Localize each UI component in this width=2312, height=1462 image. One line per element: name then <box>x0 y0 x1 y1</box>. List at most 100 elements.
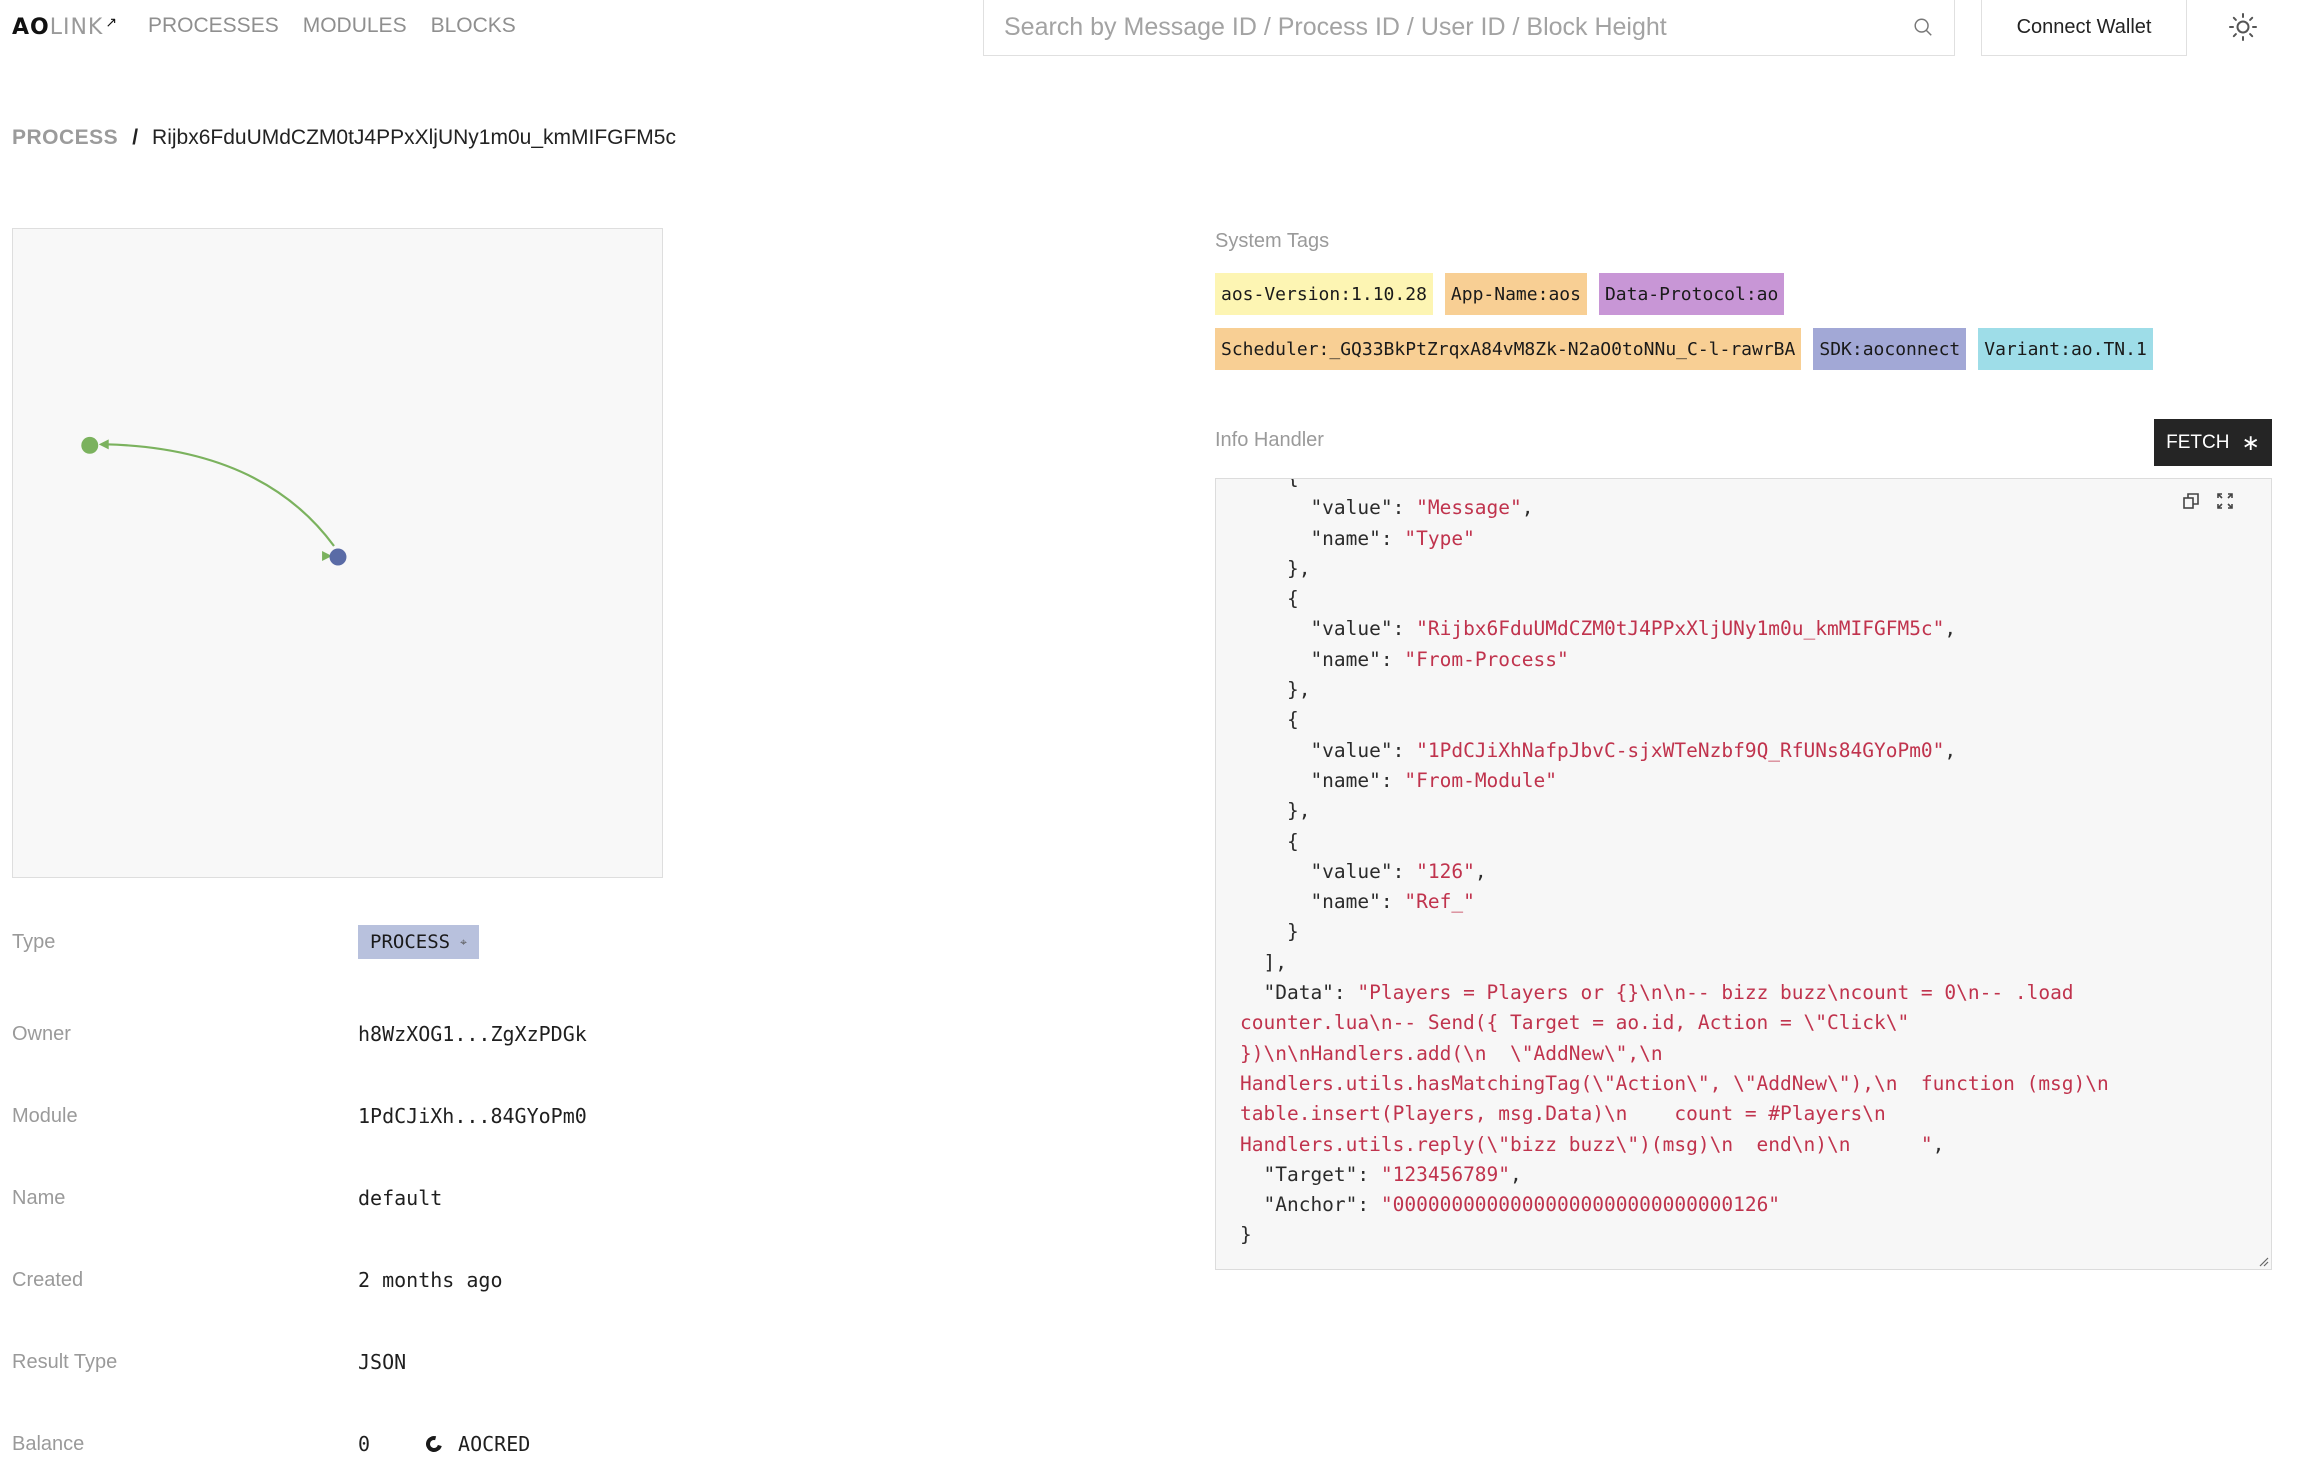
code-line: } <box>1240 920 1299 943</box>
detail-row-type: Type PROCESS ⌖ <box>12 922 652 962</box>
code-string: "Message" <box>1416 496 1522 520</box>
code-line: "Target": "123456789", <box>1240 1162 1521 1186</box>
logo[interactable]: AO LINK ↗ <box>12 12 118 42</box>
code-token: , <box>1932 1132 1945 1156</box>
code-line: "name": "Ref_" <box>1240 890 1475 914</box>
copy-icon[interactable] <box>2181 491 2201 511</box>
detail-label: Result Type <box>12 1350 118 1373</box>
graph-canvas[interactable] <box>13 229 662 877</box>
code-string: Handlers.utils.hasMatchingTag(\"Action\"… <box>1240 1071 2109 1095</box>
code-line: "Data": "Players = Players or {}\n\n-- b… <box>1240 981 2074 1005</box>
graph-edge <box>105 443 335 547</box>
code-line: { <box>1240 830 1299 853</box>
code-line: "name": "From-Module" <box>1240 769 1557 792</box>
search-bar <box>983 0 1955 56</box>
search-icon[interactable] <box>1912 16 1934 38</box>
process-graph[interactable] <box>12 228 663 878</box>
system-tag: aos-Version:1.10.28 <box>1215 273 1433 315</box>
code-string: "Type" <box>1404 526 1475 550</box>
logo-ao: AO <box>12 14 50 40</box>
code-string: counter.lua\n-- Send({ Target = ao.id, A… <box>1240 1011 1910 1035</box>
code-string: table.insert(Players, msg.Data)\n count … <box>1240 1102 1886 1126</box>
breadcrumb: PROCESS / Rijbx6FduUMdCZM0tJ4PPxXljUNy1m… <box>12 126 676 150</box>
balance-value: 0 AOCRED <box>358 1432 530 1456</box>
system-tag: SDK:aoconnect <box>1813 328 1967 370</box>
code-token: }, <box>1240 678 1311 702</box>
fetch-button[interactable]: FETCH ∗ <box>2154 419 2272 466</box>
code-token: "value": <box>1240 617 1417 641</box>
code-line: Handlers.utils.reply(\"bizz buzz\")(msg)… <box>1240 1133 1944 1156</box>
main-nav: PROCESSES MODULES BLOCKS <box>148 14 516 38</box>
code-line: ], <box>1240 951 1287 974</box>
code-line: } <box>1240 1223 1252 1246</box>
json-code: { "value": "Message", "name": "Type" }, … <box>1216 479 2271 1251</box>
code-line: { <box>1240 587 1299 610</box>
code-token: }, <box>1240 799 1311 823</box>
info-handler-code-viewer[interactable]: { "value": "Message", "name": "Type" }, … <box>1215 478 2272 1270</box>
resize-handle-icon[interactable] <box>2257 1255 2269 1267</box>
expand-icon[interactable] <box>2215 491 2235 511</box>
code-string: "Players = Players or {}\n\n-- bizz buzz… <box>1357 981 2074 1005</box>
code-token: }, <box>1240 556 1311 580</box>
asterisk-icon: ∗ <box>2241 429 2260 455</box>
code-string: "Ref_" <box>1404 890 1475 914</box>
detail-label: Type <box>12 930 56 953</box>
code-token: "name": <box>1240 526 1405 550</box>
code-line: "value": "Message", <box>1240 496 1533 520</box>
code-token: "Data": <box>1240 981 1358 1005</box>
result-type-value: JSON <box>358 1350 407 1374</box>
code-string: "From-Process" <box>1404 647 1569 671</box>
detail-label: Balance <box>12 1432 85 1455</box>
breadcrumb-root[interactable]: PROCESS <box>12 126 118 150</box>
code-token: "name": <box>1240 768 1405 792</box>
detail-label: Owner <box>12 1022 71 1045</box>
code-token: { <box>1240 479 1299 489</box>
code-string: "123456789" <box>1380 1162 1511 1186</box>
code-token: "value": <box>1240 496 1417 520</box>
code-token: } <box>1240 920 1299 944</box>
system-tag: Data-Protocol:ao <box>1598 273 1785 315</box>
nav-blocks[interactable]: BLOCKS <box>431 14 516 38</box>
owner-value[interactable]: h8WzXOG1...ZgXzPDGk <box>358 1022 587 1046</box>
code-line: "name": "Type" <box>1240 526 1475 550</box>
code-token: "Anchor": <box>1240 1193 1381 1217</box>
search-input[interactable] <box>1004 12 1912 42</box>
code-token: , <box>1944 738 1957 762</box>
aocred-token-icon <box>423 1433 445 1455</box>
detail-row-created: Created 2 months ago <box>12 1260 652 1300</box>
sun-icon[interactable] <box>2228 12 2258 42</box>
code-line: { <box>1240 708 1299 731</box>
code-token: ], <box>1240 950 1287 974</box>
graph-node-process[interactable] <box>329 548 347 566</box>
code-string: "00000000000000000000000000000126" <box>1380 1193 1781 1217</box>
detail-row-module: Module 1PdCJiXh...84GYoPm0 <box>12 1096 652 1136</box>
code-token: "value": <box>1240 738 1417 762</box>
connect-wallet-button[interactable]: Connect Wallet <box>1981 0 2187 56</box>
detail-label: Created <box>12 1268 84 1291</box>
code-line: "value": "126", <box>1240 859 1487 883</box>
code-line: "value": "1PdCJiXhNafpJbvC-sjxWTeNzbf9Q_… <box>1240 739 1956 762</box>
module-value[interactable]: 1PdCJiXh...84GYoPm0 <box>358 1104 587 1128</box>
code-string: Handlers.utils.reply(\"bizz buzz\")(msg)… <box>1240 1132 1933 1156</box>
code-string: "Rijbx6FduUMdCZM0tJ4PPxXljUNy1m0u_kmMIFG… <box>1416 617 1945 641</box>
code-line: "name": "From-Process" <box>1240 647 1569 671</box>
name-value: default <box>358 1186 443 1210</box>
edge-arrowhead-icon <box>98 439 109 450</box>
code-token: "Target": <box>1240 1162 1381 1186</box>
detail-row-balance: Balance 0 AOCRED <box>12 1424 652 1462</box>
balance-amount: 0 <box>358 1432 371 1456</box>
code-line: }, <box>1240 556 1311 580</box>
nav-processes[interactable]: PROCESSES <box>148 14 279 38</box>
nav-modules[interactable]: MODULES <box>303 14 407 38</box>
code-line: }, <box>1240 678 1311 702</box>
code-token: , <box>1474 859 1487 883</box>
code-token: "name": <box>1240 890 1405 914</box>
code-token: { <box>1240 587 1299 611</box>
system-tag: Scheduler:_GQ33BkPtZrqxA84vM8Zk-N2aO0toN… <box>1215 328 1802 370</box>
code-line: counter.lua\n-- Send({ Target = ao.id, A… <box>1240 1011 1909 1034</box>
graph-node-target[interactable] <box>81 436 99 454</box>
type-value: PROCESS <box>370 931 451 953</box>
balance-token: AOCRED <box>458 1432 531 1456</box>
code-token: "name": <box>1240 647 1405 671</box>
system-tags-list: aos-Version:1.10.28 App-Name:aos Data-Prot… <box>1215 273 2275 370</box>
